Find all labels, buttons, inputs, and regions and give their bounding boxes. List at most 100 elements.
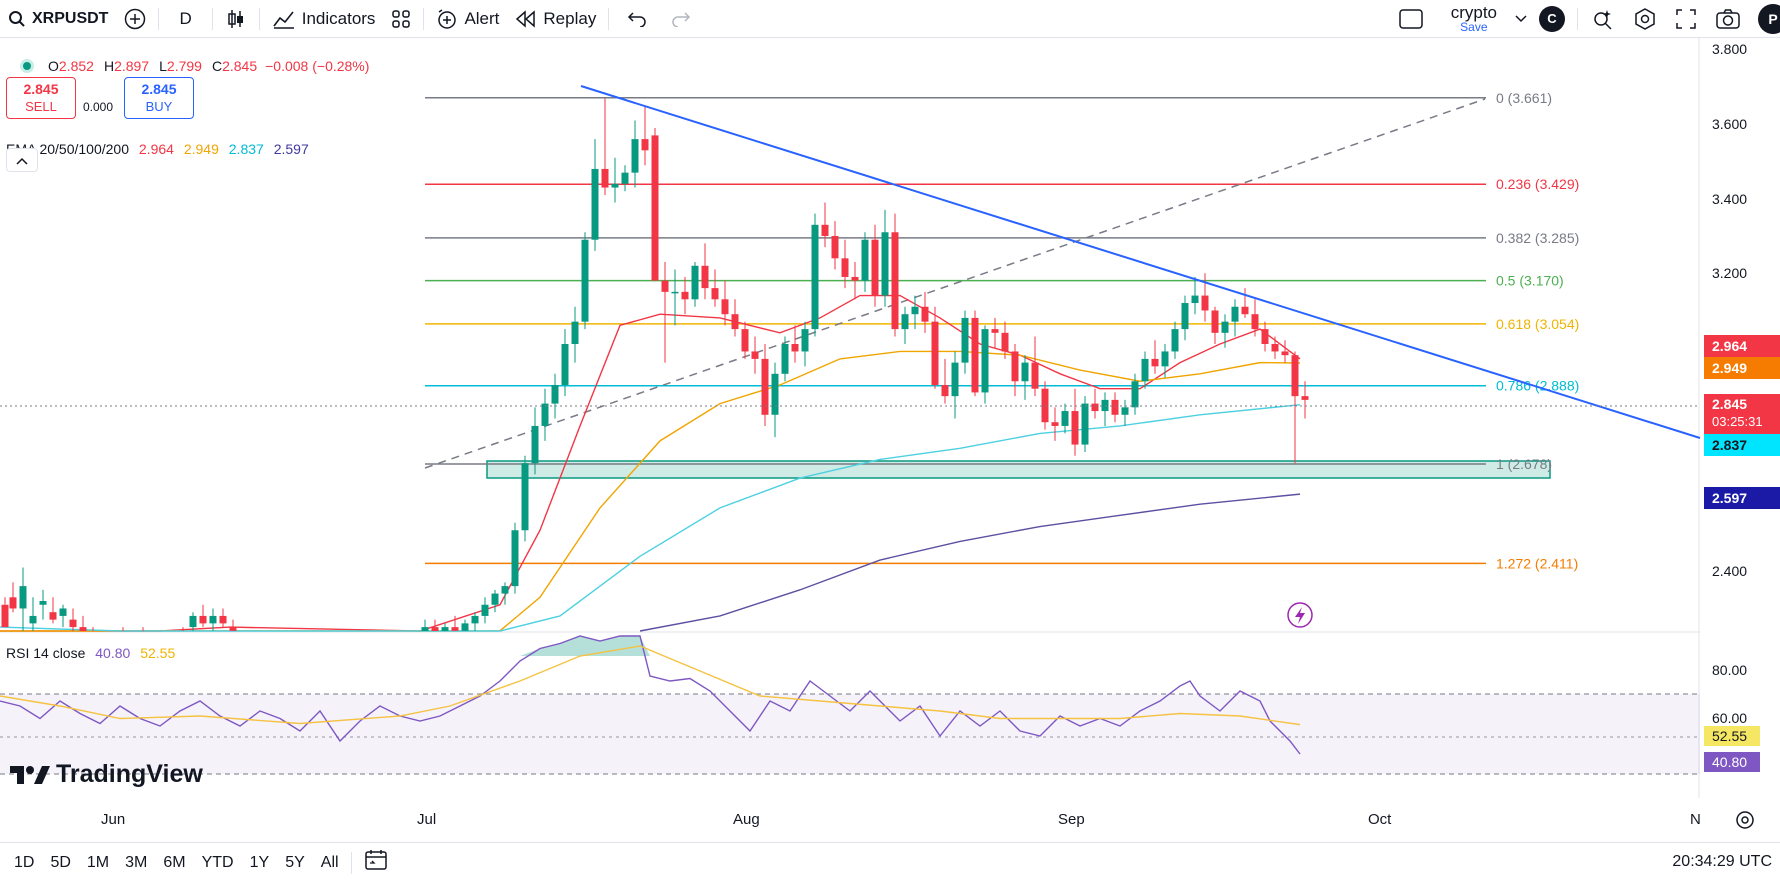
candle-body bbox=[199, 615, 207, 624]
range-all[interactable]: All bbox=[313, 854, 347, 872]
compare-button[interactable] bbox=[116, 0, 154, 38]
candle-body bbox=[1231, 306, 1239, 322]
range-1d[interactable]: 1D bbox=[6, 854, 42, 872]
ema-legend[interactable]: EMA 20/50/100/200 2.964 2.949 2.837 2.59… bbox=[6, 141, 309, 157]
range-1y[interactable]: 1Y bbox=[242, 854, 278, 872]
interval-button[interactable]: D bbox=[163, 0, 207, 38]
symbol-name: XRPUSDT bbox=[32, 9, 109, 27]
candle-body bbox=[441, 627, 449, 631]
range-5y[interactable]: 5Y bbox=[277, 854, 313, 872]
sell-label: SELL bbox=[25, 99, 57, 114]
range-5d[interactable]: 5D bbox=[42, 854, 78, 872]
time-axis[interactable]: Jun Jul Aug Sep Oct N bbox=[0, 800, 1701, 840]
chart-type-button[interactable] bbox=[217, 0, 255, 38]
rsi-legend[interactable]: RSI 14 close 40.80 52.55 bbox=[6, 645, 175, 661]
range-1m[interactable]: 1M bbox=[79, 854, 117, 872]
candle-body bbox=[891, 232, 899, 330]
candle-body bbox=[711, 288, 719, 300]
candle-body bbox=[1061, 411, 1069, 426]
candle bbox=[581, 232, 589, 330]
candle-body bbox=[751, 351, 759, 359]
candle-body bbox=[59, 608, 67, 616]
range-3m[interactable]: 3M bbox=[117, 854, 155, 872]
quick-search-button[interactable] bbox=[1582, 0, 1624, 38]
fib-level-label: 1 (2.678) bbox=[1496, 456, 1552, 472]
divider bbox=[423, 7, 425, 30]
rsi-band bbox=[0, 693, 1700, 775]
candle-body bbox=[771, 373, 779, 415]
brand-name: TradingView bbox=[56, 760, 203, 788]
goto-date-button[interactable] bbox=[356, 849, 396, 876]
candle-body bbox=[871, 239, 879, 296]
range-6m[interactable]: 6M bbox=[155, 854, 193, 872]
candle-body bbox=[941, 384, 949, 397]
lightning-icon[interactable] bbox=[1287, 602, 1313, 628]
avatar: P bbox=[1758, 3, 1780, 34]
fib-level-label: 0.786 (2.888) bbox=[1496, 378, 1579, 394]
close-label: C bbox=[211, 58, 223, 74]
range-ytd[interactable]: YTD bbox=[194, 854, 242, 872]
rewind-icon bbox=[515, 9, 537, 28]
candle-body bbox=[921, 306, 929, 322]
layout-rect-button[interactable] bbox=[1385, 0, 1437, 38]
snapshot-button[interactable] bbox=[1706, 0, 1750, 38]
indicators-label: Indicators bbox=[301, 8, 376, 28]
templates-button[interactable] bbox=[383, 0, 419, 38]
fullscreen-button[interactable] bbox=[1666, 0, 1706, 38]
candle-body bbox=[791, 344, 799, 352]
candle-body bbox=[1, 604, 9, 628]
time-label: Jul bbox=[417, 811, 437, 828]
tradingview-logo[interactable]: TradingView bbox=[10, 760, 203, 789]
candle bbox=[981, 325, 989, 404]
user-avatar-button[interactable]: C bbox=[1531, 0, 1573, 38]
sell-button[interactable]: 2.845 SELL bbox=[6, 77, 76, 119]
price-label: 3.800 bbox=[1712, 41, 1748, 57]
rsi-scale-label: 60.00 bbox=[1712, 710, 1748, 726]
replay-button[interactable]: Replay bbox=[507, 0, 604, 38]
candle-body bbox=[1051, 422, 1059, 426]
symbol-search[interactable]: XRPUSDT bbox=[0, 0, 116, 38]
candle-body bbox=[901, 314, 909, 330]
candle-body bbox=[1011, 351, 1019, 382]
add-circle-icon bbox=[124, 8, 146, 30]
collapse-legend-button[interactable] bbox=[6, 148, 38, 172]
buy-label: BUY bbox=[145, 99, 173, 114]
candles-icon bbox=[225, 8, 247, 30]
layout-name: crypto bbox=[1450, 3, 1497, 22]
candle-body bbox=[1111, 399, 1119, 415]
candle-body bbox=[681, 291, 689, 300]
rsi-ma-value: 52.55 bbox=[140, 645, 176, 661]
profile-button[interactable]: P bbox=[1750, 0, 1780, 38]
rectangle-icon bbox=[1398, 8, 1423, 29]
clock[interactable]: 20:34:29 UTC bbox=[1672, 853, 1772, 871]
sell-price: 2.845 bbox=[23, 81, 59, 97]
gear-icon bbox=[1734, 811, 1756, 835]
candle-body bbox=[1211, 310, 1219, 333]
settings-button[interactable] bbox=[1624, 0, 1666, 38]
redo-button[interactable] bbox=[661, 0, 701, 38]
alert-button[interactable]: Alert bbox=[428, 0, 507, 38]
candle-body bbox=[1221, 321, 1229, 333]
change-value: −0.008 (−0.28%) bbox=[265, 58, 370, 74]
candle-body bbox=[991, 329, 999, 333]
divider bbox=[258, 7, 260, 30]
undo-button[interactable] bbox=[613, 0, 661, 38]
candle-body bbox=[1001, 332, 1009, 352]
tradingview-logo-icon bbox=[10, 765, 50, 784]
candle-body bbox=[631, 139, 639, 173]
candle bbox=[971, 310, 979, 397]
live-dot-icon bbox=[20, 59, 34, 73]
bottom-toolbar: 1D 5D 1M 3M 6M YTD 1Y 5Y All 20:34:29 UT… bbox=[0, 842, 1780, 882]
layout-menu-button[interactable] bbox=[1511, 0, 1531, 38]
candle-body bbox=[851, 276, 859, 281]
candle-body bbox=[219, 615, 227, 624]
buy-button[interactable]: 2.845 BUY bbox=[124, 77, 194, 119]
candle-body bbox=[641, 139, 649, 151]
axis-settings-button[interactable] bbox=[1734, 809, 1756, 836]
close-value: 2.845 bbox=[222, 58, 258, 74]
indicators-button[interactable]: Indicators bbox=[264, 0, 384, 38]
layout-name-button[interactable]: crypto Save bbox=[1437, 0, 1511, 38]
fullscreen-icon bbox=[1676, 8, 1696, 29]
high-value: 2.897 bbox=[114, 58, 150, 74]
redo-icon bbox=[671, 11, 691, 27]
